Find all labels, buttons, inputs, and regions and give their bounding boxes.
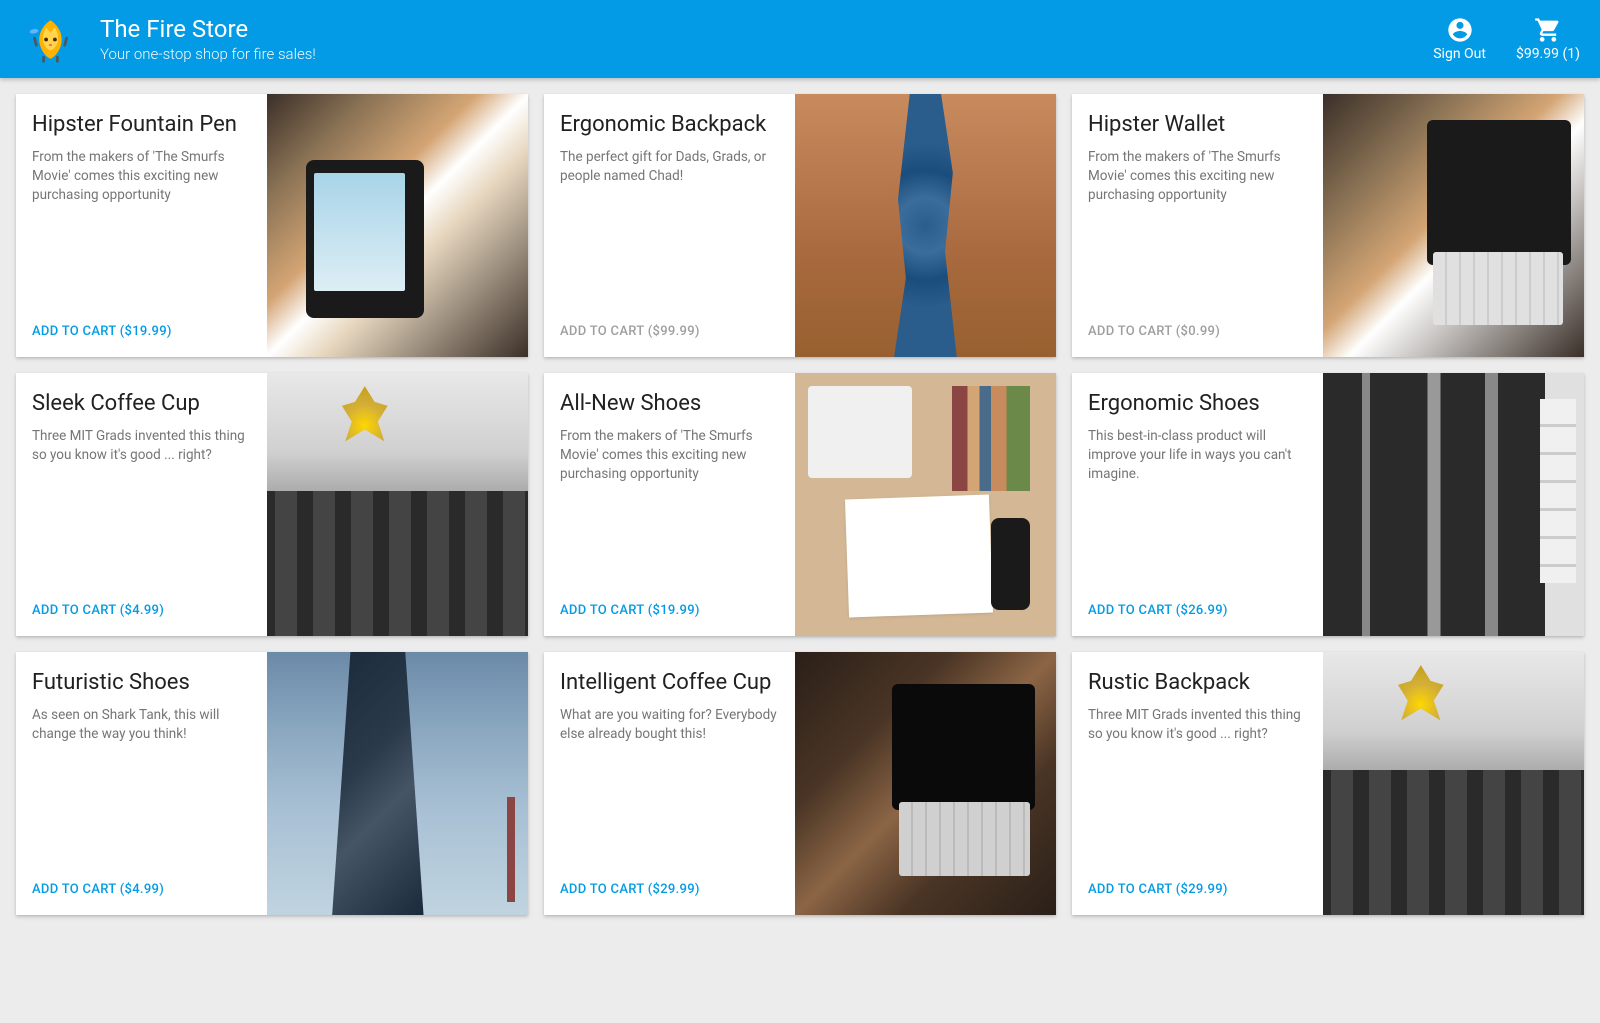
brand-subtitle: Your one-stop shop for fire sales!: [100, 45, 1433, 63]
product-card: Hipster Wallet From the makers of 'The Sm…: [1072, 94, 1584, 357]
product-description: From the makers of 'The Smurfs Movie' co…: [560, 427, 779, 603]
add-to-cart-button[interactable]: ADD TO CART ($4.99): [32, 882, 251, 897]
product-title: All-New Shoes: [560, 391, 779, 417]
brand-title: The Fire Store: [100, 15, 1433, 44]
product-image: [1323, 94, 1584, 357]
product-title: Ergonomic Backpack: [560, 112, 779, 138]
product-image: [1323, 652, 1584, 915]
product-content: Intelligent Coffee Cup What are you waiti…: [544, 652, 795, 915]
product-card: All-New Shoes From the makers of 'The Smu…: [544, 373, 1056, 636]
product-content: All-New Shoes From the makers of 'The Smu…: [544, 373, 795, 636]
product-content: Ergonomic Shoes This best-in-class produc…: [1072, 373, 1323, 636]
product-card: Sleek Coffee Cup Three MIT Grads invented…: [16, 373, 528, 636]
product-card: Futuristic Shoes As seen on Shark Tank, t…: [16, 652, 528, 915]
product-card: Hipster Fountain Pen From the makers of '…: [16, 94, 528, 357]
brand-text: The Fire Store Your one-stop shop for fi…: [100, 15, 1433, 64]
product-image: [795, 373, 1056, 636]
product-card: Rustic Backpack Three MIT Grads invented …: [1072, 652, 1584, 915]
product-content: Rustic Backpack Three MIT Grads invented …: [1072, 652, 1323, 915]
product-image: [267, 373, 528, 636]
product-description: From the makers of 'The Smurfs Movie' co…: [1088, 148, 1307, 324]
cart-icon: [1534, 16, 1562, 44]
product-card: Ergonomic Backpack The perfect gift for D…: [544, 94, 1056, 357]
product-description: Three MIT Grads invented this thing so y…: [1088, 706, 1307, 882]
add-to-cart-button[interactable]: ADD TO CART ($4.99): [32, 603, 251, 618]
sign-out-label: Sign Out: [1433, 46, 1486, 62]
header-actions: Sign Out $99.99 (1): [1433, 16, 1580, 62]
product-title: Intelligent Coffee Cup: [560, 670, 779, 696]
product-description: As seen on Shark Tank, this will change …: [32, 706, 251, 882]
cart-button[interactable]: $99.99 (1): [1516, 16, 1580, 62]
product-content: Futuristic Shoes As seen on Shark Tank, t…: [16, 652, 267, 915]
product-description: This best-in-class product will improve …: [1088, 427, 1307, 603]
add-to-cart-button: ADD TO CART ($99.99): [560, 324, 779, 339]
add-to-cart-button: ADD TO CART ($0.99): [1088, 324, 1307, 339]
product-image: [267, 652, 528, 915]
product-content: Sleek Coffee Cup Three MIT Grads invented…: [16, 373, 267, 636]
product-title: Hipster Wallet: [1088, 112, 1307, 138]
add-to-cart-button[interactable]: ADD TO CART ($19.99): [32, 324, 251, 339]
app-header: The Fire Store Your one-stop shop for fi…: [0, 0, 1600, 78]
add-to-cart-button[interactable]: ADD TO CART ($26.99): [1088, 603, 1307, 618]
add-to-cart-button[interactable]: ADD TO CART ($29.99): [1088, 882, 1307, 897]
add-to-cart-button[interactable]: ADD TO CART ($29.99): [560, 882, 779, 897]
product-title: Hipster Fountain Pen: [32, 112, 251, 138]
account-icon: [1446, 16, 1474, 44]
brand-logo: [20, 9, 80, 69]
product-grid: Hipster Fountain Pen From the makers of '…: [0, 78, 1600, 931]
product-content: Hipster Fountain Pen From the makers of '…: [16, 94, 267, 357]
product-image: [795, 94, 1056, 357]
fire-logo-icon: [23, 12, 78, 67]
product-card: Ergonomic Shoes This best-in-class produc…: [1072, 373, 1584, 636]
product-content: Hipster Wallet From the makers of 'The Sm…: [1072, 94, 1323, 357]
product-title: Futuristic Shoes: [32, 670, 251, 696]
sign-out-button[interactable]: Sign Out: [1433, 16, 1486, 62]
product-image: [267, 94, 528, 357]
cart-label: $99.99 (1): [1516, 46, 1580, 62]
product-image: [795, 652, 1056, 915]
product-description: From the makers of 'The Smurfs Movie' co…: [32, 148, 251, 324]
product-title: Rustic Backpack: [1088, 670, 1307, 696]
product-description: The perfect gift for Dads, Grads, or peo…: [560, 148, 779, 324]
product-title: Sleek Coffee Cup: [32, 391, 251, 417]
product-title: Ergonomic Shoes: [1088, 391, 1307, 417]
product-content: Ergonomic Backpack The perfect gift for D…: [544, 94, 795, 357]
product-image: [1323, 373, 1584, 636]
add-to-cart-button[interactable]: ADD TO CART ($19.99): [560, 603, 779, 618]
product-card: Intelligent Coffee Cup What are you waiti…: [544, 652, 1056, 915]
product-description: What are you waiting for? Everybody else…: [560, 706, 779, 882]
product-description: Three MIT Grads invented this thing so y…: [32, 427, 251, 603]
